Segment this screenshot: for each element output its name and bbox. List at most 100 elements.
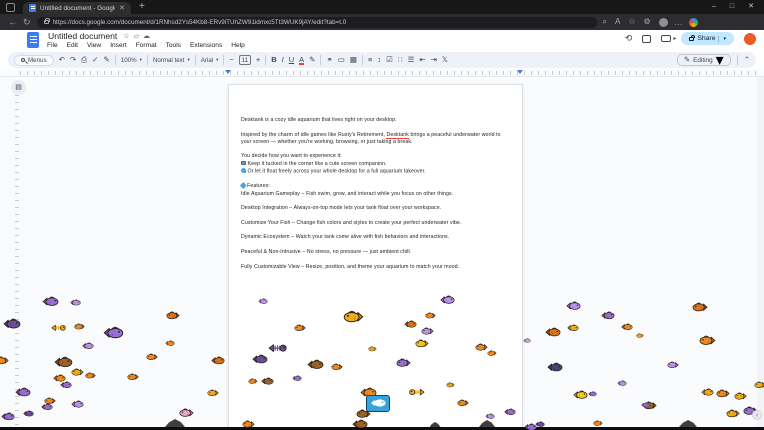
menu-view[interactable]: View	[87, 42, 101, 49]
doc-text-run: Idle Aquarium Gameplay – Fish swim, grow…	[241, 191, 453, 197]
doc-text-run: You decide how you want to experience it…	[241, 153, 342, 159]
text-color-icon[interactable]: A	[299, 56, 304, 64]
redo-icon[interactable]: ↷	[70, 56, 76, 64]
editing-mode-button[interactable]: ✎Editing▾	[677, 54, 731, 66]
indent-less-icon[interactable]: ⇤	[419, 56, 425, 64]
collapse-toolbar-icon[interactable]: ⌃	[744, 56, 750, 64]
tab-title: Untitled document - Google Docs	[40, 5, 115, 12]
doc-paragraph: Desktank is a cozy idle aquarium that li…	[241, 117, 506, 124]
sidebar-collapse-icon[interactable]: ‹	[752, 410, 762, 420]
paint-format-icon[interactable]: ✎	[103, 56, 109, 64]
desktank-app-button[interactable]	[366, 395, 390, 412]
underline-icon[interactable]: U	[289, 56, 294, 64]
indent-more-icon[interactable]: ⇥	[431, 56, 437, 64]
zoom-select-label: 100%	[121, 57, 137, 64]
print-icon[interactable]: ⎙	[81, 56, 87, 64]
menu-extensions[interactable]: Extensions	[190, 42, 222, 49]
checklist-icon[interactable]: ☑	[386, 56, 393, 64]
italic-icon[interactable]: I	[282, 56, 284, 64]
menu-file[interactable]: File	[47, 42, 58, 49]
line-spacing-icon[interactable]: ↕	[377, 56, 381, 64]
menu-edit[interactable]: Edit	[67, 42, 78, 49]
toolbar-divider	[737, 55, 738, 65]
font-select[interactable]: Arial▾	[201, 57, 219, 64]
search-icon[interactable]: ⌕	[603, 18, 607, 26]
tab-actions-icon[interactable]	[6, 3, 15, 12]
font-select-label: Arial	[201, 57, 213, 64]
menu-format[interactable]: Format	[136, 42, 157, 49]
doc-paragraph: Peaceful & Non-Intrusive – No stress, no…	[241, 249, 506, 256]
version-history-icon[interactable]: ⟲	[625, 34, 633, 43]
toolbar-divider	[115, 55, 116, 65]
doc-paragraph: Desktop Integration – Always-on-top mode…	[241, 205, 506, 212]
highlight-icon[interactable]: ✎	[309, 56, 315, 64]
toolbar-divider	[195, 55, 196, 65]
address-bar[interactable]: https://docs.google.com/document/d/1RNhs…	[37, 17, 597, 28]
doc-text-run: Keep it tucked in the corner like a cute…	[246, 161, 387, 167]
doc-text-run: Desktank is a cozy idle aquarium that li…	[241, 117, 397, 123]
docs-logo-icon[interactable]	[27, 32, 39, 48]
bold-icon[interactable]: B	[271, 56, 276, 64]
toolbar-divider	[223, 55, 224, 65]
profile-avatar[interactable]	[689, 18, 698, 27]
docs-favicon-icon	[29, 4, 36, 12]
doc-paragraph: Keep it tucked in the corner like a cute…	[241, 161, 506, 168]
meet-call-icon[interactable]	[661, 35, 671, 42]
menu-help[interactable]: Help	[231, 42, 245, 49]
open-comments-icon[interactable]	[642, 35, 651, 43]
editing-label: Editing	[693, 57, 713, 64]
undo-icon[interactable]: ↶	[59, 56, 65, 64]
bookmark-star-icon[interactable]: ☆	[628, 18, 635, 26]
font-size-value[interactable]: 11	[239, 55, 251, 65]
browser-tab[interactable]: Untitled document - Google Docs ✕	[23, 2, 131, 14]
new-tab-button[interactable]: +	[139, 2, 145, 12]
document-page[interactable]: Desktank is a cozy idle aquarium that li…	[228, 84, 523, 430]
right-margin-marker[interactable]	[517, 70, 523, 74]
document-title[interactable]: Untitled document	[48, 31, 117, 41]
bulleted-list-icon[interactable]: ∷	[398, 56, 403, 64]
image-icon[interactable]: ▦	[350, 56, 357, 64]
extensions-icon[interactable]: ⚙	[644, 18, 651, 26]
font-size-decrease-icon[interactable]: −	[229, 56, 233, 64]
doc-text-run: Dynamic Ecosystem – Watch your tank come…	[241, 234, 449, 240]
move-folder-icon[interactable]: ▱	[134, 33, 139, 40]
clear-format-icon[interactable]: 𝕏	[442, 56, 448, 64]
close-button[interactable]: ✕	[748, 0, 754, 14]
user-avatar[interactable]	[744, 33, 756, 45]
toolbar-right: ✎Editing▾ ⌃	[677, 54, 750, 66]
back-button[interactable]: ←	[8, 18, 17, 27]
left-margin-marker[interactable]	[225, 70, 231, 74]
align-icon[interactable]: ≡	[368, 56, 372, 64]
menu-tools[interactable]: Tools	[166, 42, 181, 49]
doc-tabs-button[interactable]: ▤	[11, 80, 26, 95]
refresh-button[interactable]: ↻	[23, 18, 31, 27]
maximize-button[interactable]: □	[730, 0, 734, 14]
comment-icon[interactable]: ▭	[338, 56, 345, 64]
doc-text-run: Peaceful & Non-Intrusive – No stress, no…	[241, 249, 411, 255]
star-icon[interactable]: ☆	[123, 33, 129, 40]
search-icon	[21, 58, 25, 62]
doc-paragraph: Customize Your Fish – Change fish colors…	[241, 220, 506, 227]
font-size-increase-icon[interactable]: +	[256, 56, 260, 64]
chevron-down-icon: ▾	[140, 57, 142, 63]
style-select[interactable]: Normal text▾	[153, 57, 190, 64]
browser-avatar-icon[interactable]	[659, 18, 668, 27]
window-controls: – □ ✕	[712, 0, 764, 14]
minimize-button[interactable]: –	[712, 0, 716, 14]
share-caret-icon[interactable]: ▾	[718, 36, 726, 42]
numbered-list-icon[interactable]: ☰	[408, 56, 415, 64]
zoom-select[interactable]: 100%▾	[121, 57, 142, 64]
share-button[interactable]: Share ▾	[681, 32, 734, 45]
cloud-saved-icon[interactable]: ☁	[143, 33, 150, 40]
menu-insert[interactable]: Insert	[110, 42, 127, 49]
docs-menubar: File Edit View Insert Format Tools Extensions H…	[47, 42, 245, 49]
doc-paragraph: Features:	[241, 183, 506, 190]
scrollbar[interactable]	[757, 77, 764, 430]
reading-mode-icon[interactable]: A	[615, 18, 620, 26]
menus-search-pill[interactable]: Menus	[14, 55, 54, 66]
more-menu-button[interactable]: …	[674, 18, 683, 27]
spellcheck-icon[interactable]: ✓	[92, 56, 98, 64]
link-icon[interactable]: ⚭	[326, 56, 332, 64]
docs-toolbar-row: Menus↶↷⎙✓✎100%▾Normal text▾Arial▾−11+BIU…	[0, 51, 764, 69]
tab-close-icon[interactable]: ✕	[119, 5, 125, 12]
